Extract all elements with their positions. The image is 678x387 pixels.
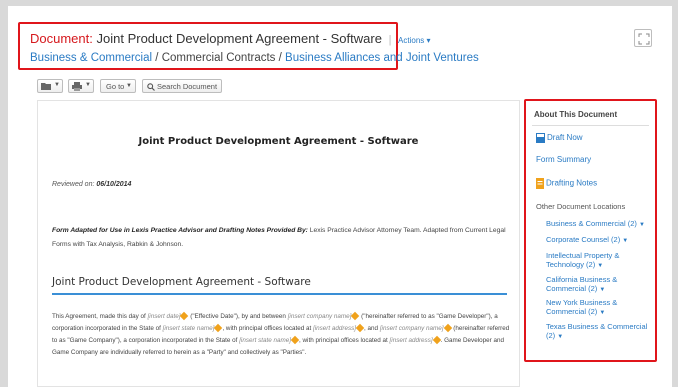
body-text: , and — [364, 325, 379, 332]
chevron-down-icon: ▼ — [597, 263, 604, 269]
location-texas[interactable]: Texas Business & Commercial (2) ▼ — [546, 322, 652, 342]
placeholder-date[interactable]: [insert date] — [148, 313, 181, 320]
notes-icon — [536, 178, 544, 189]
chevron-down-icon: ▼ — [85, 82, 91, 88]
body-text: , with principal offices located at — [222, 325, 312, 332]
expand-button[interactable] — [634, 29, 652, 47]
reviewed-label: Reviewed on: — [52, 181, 95, 188]
adapted-notice: Form Adapted for Use in Lexis Practice A… — [52, 224, 507, 252]
body-text: ("Effective Date"), by and between — [190, 313, 286, 320]
draft-document-icon — [536, 133, 545, 143]
document-header: Document: Joint Product Development Agre… — [18, 22, 479, 70]
about-title: About This Document — [534, 110, 618, 119]
location-california[interactable]: California Business & Commercial (2) ▼ — [546, 275, 652, 295]
form-summary-link[interactable]: Form Summary — [536, 155, 591, 164]
location-new-york[interactable]: New York Business & Commercial (2) ▼ — [546, 298, 652, 318]
print-icon — [72, 82, 82, 91]
adapted-bold: Form Adapted for Use in Lexis Practice A… — [52, 227, 308, 234]
location-label: Intellectual Property & Technology (2) — [546, 251, 620, 269]
search-icon — [147, 83, 155, 91]
placeholder-address[interactable]: [insert address] — [390, 337, 433, 344]
body-text: , with principal offices located at — [299, 337, 388, 344]
divider — [532, 125, 649, 126]
about-document-panel: About This Document Draft Now Form Summa… — [524, 99, 657, 362]
location-business-commercial[interactable]: Business & Commercial (2) ▼ — [546, 219, 652, 230]
pencil-icon[interactable] — [180, 312, 189, 321]
pencil-icon[interactable] — [432, 336, 441, 345]
pencil-icon[interactable] — [290, 336, 300, 345]
reviewed-on: Reviewed on: 06/10/2014 — [52, 181, 131, 188]
chevron-down-icon: ▼ — [599, 287, 606, 293]
draft-now-link[interactable]: Draft Now — [536, 133, 583, 143]
location-label: California Business & Commercial (2) — [546, 275, 618, 293]
location-label: Corporate Counsel (2) — [546, 235, 621, 244]
pencil-icon[interactable] — [351, 312, 360, 321]
breadcrumb-separator: / — [278, 52, 282, 64]
draft-now-label: Draft Now — [547, 133, 583, 143]
reviewed-date: 06/10/2014 — [96, 181, 132, 188]
location-corporate-counsel[interactable]: Corporate Counsel (2) ▼ — [546, 235, 652, 246]
location-label: Business & Commercial (2) — [546, 219, 637, 228]
search-document-label: Search Document — [157, 82, 218, 91]
document-title: Joint Product Development Agreement - So… — [96, 31, 382, 46]
agreement-body: This Agreement, made this day of [insert… — [52, 311, 512, 359]
chevron-down-icon: ▼ — [557, 334, 564, 340]
chevron-down-icon: ▼ — [126, 83, 132, 89]
goto-label: Go to — [106, 82, 125, 91]
print-menu-button[interactable]: ▼ — [68, 79, 94, 93]
folder-menu-button[interactable]: ▼ — [37, 79, 63, 93]
body-text: This Agreement, made this day of — [52, 313, 146, 320]
placeholder-company-name[interactable]: [insert company name] — [380, 325, 444, 332]
chevron-down-icon: ▼ — [54, 82, 60, 88]
document-title-line: Document: Joint Product Development Agre… — [30, 31, 431, 46]
breadcrumb-commercial-contracts: Commercial Contracts — [161, 52, 276, 64]
pencil-icon[interactable] — [443, 324, 452, 333]
chevron-down-icon: ▼ — [638, 222, 645, 228]
chevron-down-icon: ▼ — [622, 238, 629, 244]
drafting-notes-label: Drafting Notes — [546, 178, 598, 188]
goto-button[interactable]: Go to ▼ — [100, 79, 136, 93]
chevron-down-icon: ▼ — [599, 310, 606, 316]
document-main-title: Joint Product Development Agreement - So… — [138, 136, 419, 147]
drafting-notes-link[interactable]: Drafting Notes — [536, 178, 597, 189]
breadcrumb-business-alliances[interactable]: Business Alliances and Joint Ventures — [285, 52, 479, 64]
search-document-button[interactable]: Search Document — [142, 79, 222, 93]
document-panel: Joint Product Development Agreement - So… — [37, 100, 520, 387]
placeholder-address[interactable]: [insert address] — [313, 325, 356, 332]
placeholder-state-name[interactable]: [insert state name] — [239, 337, 291, 344]
title-separator: | — [388, 34, 392, 46]
breadcrumb-business-commercial[interactable]: Business & Commercial — [30, 52, 152, 64]
location-label: New York Business & Commercial (2) — [546, 298, 618, 316]
folder-icon — [41, 83, 51, 90]
placeholder-company-name[interactable]: [insert company name] — [288, 313, 352, 320]
actions-menu[interactable]: Actions ▾ — [398, 36, 430, 45]
document-title-label: Document: — [30, 31, 93, 46]
section-heading: Joint Product Development Agreement - So… — [52, 276, 507, 295]
other-locations-label: Other Document Locations — [536, 202, 626, 211]
expand-icon — [638, 33, 650, 45]
breadcrumb-separator: / — [155, 52, 159, 64]
breadcrumb: Business & Commercial / Commercial Contr… — [30, 52, 479, 64]
location-intellectual-property[interactable]: Intellectual Property & Technology (2) ▼ — [546, 251, 652, 271]
placeholder-state-name[interactable]: [insert state name] — [163, 325, 215, 332]
